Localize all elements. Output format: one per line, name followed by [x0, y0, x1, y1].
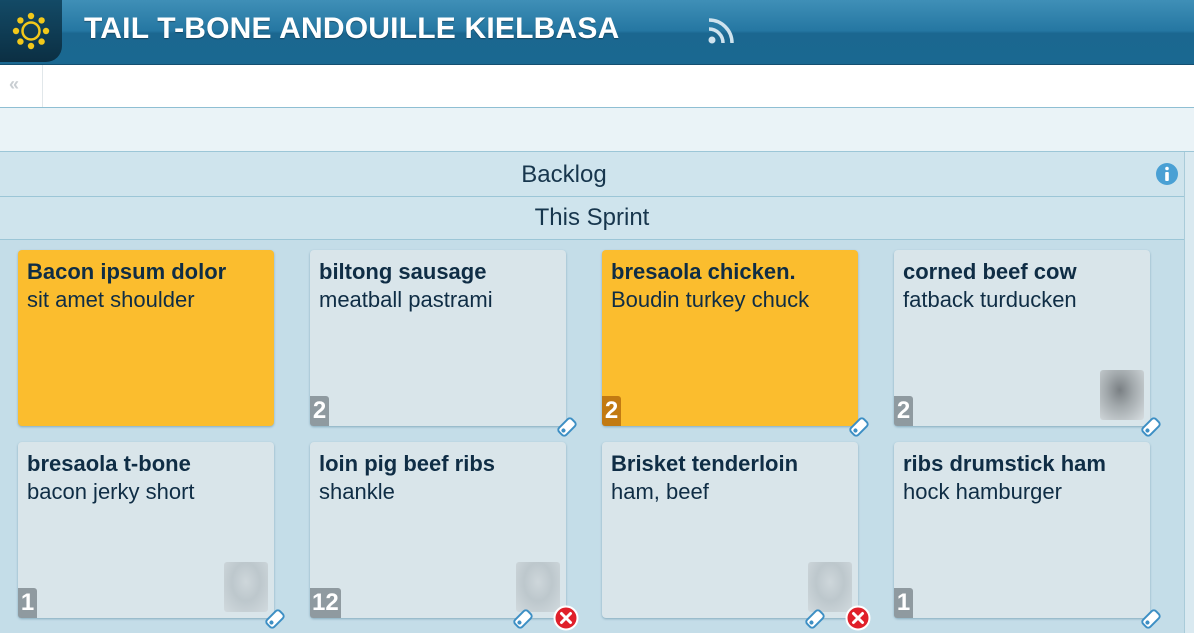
- story-points-badge: 2: [310, 396, 329, 426]
- sprint-label: This Sprint: [534, 204, 650, 231]
- tag-icon[interactable]: [262, 606, 288, 632]
- card-description: Boudin turkey chuck: [611, 287, 810, 312]
- card-title: bresaola t-bone: [27, 451, 191, 476]
- assignee-avatar: [1100, 370, 1144, 420]
- collapse-sidebar-button[interactable]: «: [0, 65, 43, 107]
- card-description: meatball pastrami: [319, 287, 493, 312]
- story-points-badge: 2: [894, 396, 913, 426]
- story-points-badge: 1: [18, 588, 37, 618]
- tag-icon[interactable]: [554, 414, 580, 440]
- card-description: ham, beef: [611, 479, 709, 504]
- card-description: sit amet shoulder: [27, 287, 195, 312]
- tag-icon[interactable]: [510, 606, 536, 632]
- card-description: hock hamburger: [903, 479, 1062, 504]
- story-points-badge: 12: [310, 588, 341, 618]
- toolbar: «: [0, 65, 1194, 108]
- app-header: TAIL T-BONE ANDOUILLE KIELBASA: [0, 0, 1194, 65]
- assignee-avatar: [224, 562, 268, 612]
- card-title: Brisket tenderloin: [611, 451, 799, 476]
- story-points-badge: 2: [602, 396, 621, 426]
- card-description: fatback turducken: [903, 287, 1077, 312]
- card-title: ribs drumstick ham: [903, 451, 1106, 476]
- card-description: shankle: [319, 479, 395, 504]
- blocked-icon[interactable]: [845, 605, 871, 631]
- story-card[interactable]: bresaola t-bone bacon jerky short 1: [18, 442, 285, 629]
- story-points-badge: 1: [894, 588, 913, 618]
- card-title: biltong sausage: [319, 259, 487, 284]
- tag-icon[interactable]: [1138, 606, 1164, 632]
- scrollbar[interactable]: [1184, 152, 1194, 633]
- story-card[interactable]: Brisket tenderloin ham, beef: [602, 442, 871, 631]
- app-logo[interactable]: [0, 0, 62, 62]
- card-title: bresaola chicken.: [611, 259, 796, 284]
- story-card[interactable]: biltong sausage meatball pastrami 2: [310, 250, 577, 437]
- card-title: loin pig beef ribs: [319, 451, 496, 476]
- tag-icon[interactable]: [802, 606, 828, 632]
- card-title: corned beef cow: [903, 259, 1077, 284]
- card-description: bacon jerky short: [27, 479, 195, 504]
- backlog-lane-header[interactable]: Backlog: [0, 152, 1184, 197]
- page-title: TAIL T-BONE ANDOUILLE KIELBASA: [84, 12, 620, 45]
- backlog-label: Backlog: [521, 161, 607, 188]
- rss-icon[interactable]: [706, 16, 736, 46]
- story-card[interactable]: loin pig beef ribs shankle 12: [310, 442, 579, 631]
- story-card[interactable]: corned beef cow fatback turducken 2: [894, 250, 1161, 437]
- story-card[interactable]: Bacon ipsum dolor sit amet shoulder: [18, 250, 274, 426]
- filter-bar: [0, 108, 1194, 152]
- story-card[interactable]: ribs drumstick ham hock hamburger 1: [894, 442, 1161, 629]
- sprint-lane-header[interactable]: This Sprint: [0, 197, 1184, 240]
- blocked-icon[interactable]: [553, 605, 579, 631]
- card-title: Bacon ipsum dolor: [27, 259, 227, 284]
- tag-icon[interactable]: [846, 414, 872, 440]
- gear-logo-icon: [12, 12, 50, 50]
- card-board: Bacon ipsum dolor sit amet shoulder bilt…: [0, 240, 1184, 633]
- info-icon[interactable]: [1155, 162, 1179, 186]
- story-card[interactable]: bresaola chicken. Boudin turkey chuck 2: [602, 250, 869, 437]
- tag-icon[interactable]: [1138, 414, 1164, 440]
